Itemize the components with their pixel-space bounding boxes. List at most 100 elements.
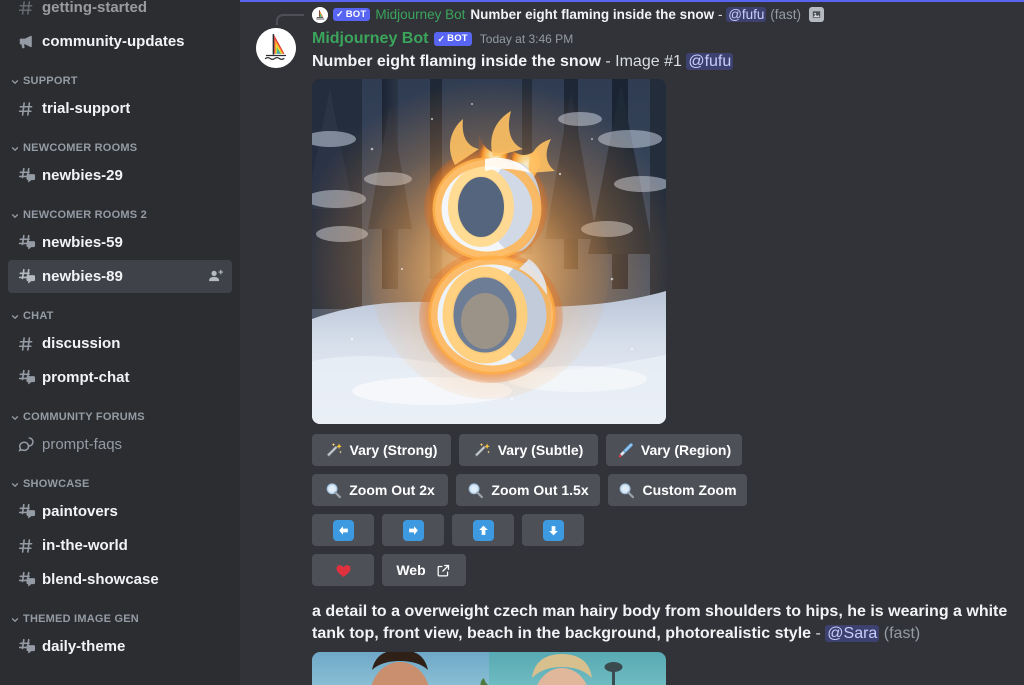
- verified-check-icon: ✓: [437, 33, 446, 44]
- message-second: a detail to a overweight czech man hairy…: [240, 594, 1024, 685]
- chevron-down-icon: [10, 77, 20, 87]
- message-mention[interactable]: @fufu: [686, 53, 734, 70]
- button-label: Zoom Out 2x: [349, 482, 435, 498]
- message-text: Number eight flaming inside the snow - I…: [312, 51, 1008, 73]
- message-timestamp: Today at 3:46 PM: [479, 32, 574, 46]
- verified-check-icon: ✓: [336, 9, 344, 19]
- hash-thread-icon: [16, 637, 36, 657]
- reply-mention[interactable]: @fufu: [726, 7, 767, 22]
- hash-thread-icon: [16, 267, 36, 287]
- category-label: THEMED IMAGE GEN: [23, 613, 139, 625]
- message-image-label: Image #1: [615, 53, 682, 70]
- category-newcomer-rooms[interactable]: NEWCOMER ROOMS: [0, 126, 240, 158]
- web-button[interactable]: Web: [382, 554, 466, 586]
- magnifier-icon: [467, 482, 484, 499]
- generated-image[interactable]: [312, 79, 666, 424]
- reply-author[interactable]: Midjourney Bot: [375, 7, 465, 22]
- chevron-down-icon: [10, 312, 20, 322]
- sidebar-channel-trial-support[interactable]: trial-support: [8, 92, 232, 125]
- message-separator: -: [605, 53, 611, 70]
- category-label: SHOWCASE: [23, 478, 90, 490]
- chevron-down-icon: [10, 413, 20, 423]
- sidebar-channel-community-updates[interactable]: community-updates: [8, 25, 232, 58]
- add-member-icon[interactable]: [206, 268, 224, 286]
- category-community-forums[interactable]: COMMUNITY FORUMS: [0, 395, 240, 427]
- button-label: Vary (Subtle): [497, 442, 584, 458]
- pan-down-button[interactable]: [522, 514, 584, 546]
- message-prompt: Number eight flaming inside the snow: [312, 53, 601, 70]
- channel-name: getting-started: [42, 0, 147, 16]
- favorite-button[interactable]: [312, 554, 374, 586]
- button-label: Web: [396, 562, 426, 578]
- magic-wand-icon: [474, 442, 491, 459]
- chevron-down-icon: [10, 615, 20, 625]
- reply-context[interactable]: ✓ BOT Midjourney Bot Number eight flaming…: [240, 0, 1024, 26]
- message2-mention[interactable]: @Sara: [825, 625, 880, 643]
- sidebar-channel-blend-showcase[interactable]: blend-showcase: [8, 563, 232, 596]
- channel-name: newbies-89: [42, 268, 123, 285]
- sidebar-channel-newbies-59[interactable]: newbies-59: [8, 226, 232, 259]
- arrow-right-icon: [402, 519, 424, 541]
- pan-left-button[interactable]: [312, 514, 374, 546]
- button-row-vary: Vary (Strong) Vary (Subtle) Vary (Region…: [312, 434, 1008, 466]
- discord-window: getting-started community-updates SUPPOR…: [0, 0, 1024, 685]
- message-area[interactable]: ✓ BOT Midjourney Bot Number eight flaming…: [240, 0, 1024, 685]
- generated-image-second[interactable]: [312, 652, 666, 685]
- reply-text: Number eight flaming inside the snow - @…: [470, 7, 801, 22]
- sidebar-channel-getting-started[interactable]: getting-started: [8, 0, 232, 24]
- message-midjourney: Midjourney Bot ✓ BOT Today at 3:46 PM Num…: [240, 26, 1024, 586]
- midjourney-button-panel[interactable]: Vary (Strong) Vary (Subtle) Vary (Region…: [312, 434, 1008, 586]
- hash-icon: [16, 99, 36, 119]
- category-support[interactable]: SUPPORT: [0, 59, 240, 91]
- sidebar-channel-paintovers[interactable]: paintovers: [8, 495, 232, 528]
- button-row-pan: [312, 514, 1008, 546]
- sidebar-channel-newbies-89[interactable]: newbies-89: [8, 260, 232, 293]
- vary-subtle-button[interactable]: Vary (Subtle): [459, 434, 598, 466]
- message2-separator: -: [815, 625, 821, 643]
- hash-thread-icon: [16, 233, 36, 253]
- sidebar-channel-daily-theme[interactable]: daily-theme: [8, 630, 232, 663]
- category-label: NEWCOMER ROOMS 2: [23, 209, 147, 221]
- arrow-down-icon: [542, 519, 564, 541]
- button-label: Vary (Region): [640, 442, 732, 458]
- avatar[interactable]: [256, 28, 296, 68]
- hash-icon: [16, 536, 36, 556]
- vary-region-button[interactable]: Vary (Region): [606, 434, 742, 466]
- channel-sidebar[interactable]: getting-started community-updates SUPPOR…: [0, 0, 240, 685]
- zoom-out-2x-button[interactable]: Zoom Out 2x: [312, 474, 448, 506]
- message-author[interactable]: Midjourney Bot: [312, 30, 428, 48]
- top-accent-rule: [240, 0, 1024, 2]
- chevron-down-icon: [10, 480, 20, 490]
- reply-speed: (fast): [770, 7, 801, 22]
- sidebar-channel-newbies-29[interactable]: newbies-29: [8, 159, 232, 192]
- heart-icon: [335, 562, 352, 579]
- pan-up-button[interactable]: [452, 514, 514, 546]
- category-themed-image-gen[interactable]: THEMED IMAGE GEN: [0, 597, 240, 629]
- category-label: COMMUNITY FORUMS: [23, 411, 145, 423]
- category-chat[interactable]: CHAT: [0, 294, 240, 326]
- sidebar-channel-prompt-faqs[interactable]: prompt-faqs: [8, 428, 232, 461]
- button-label: Zoom Out 1.5x: [491, 482, 589, 498]
- sidebar-channel-in-the-world[interactable]: in-the-world: [8, 529, 232, 562]
- sidebar-channel-prompt-chat[interactable]: prompt-chat: [8, 361, 232, 394]
- channel-name: community-updates: [42, 33, 185, 50]
- bot-badge: ✓ BOT: [434, 32, 472, 46]
- channel-name: blend-showcase: [42, 571, 159, 588]
- magnifier-icon: [618, 482, 635, 499]
- bot-badge: ✓ BOT: [333, 7, 371, 22]
- channel-name: trial-support: [42, 100, 131, 117]
- vary-strong-button[interactable]: Vary (Strong): [312, 434, 451, 466]
- button-label: Vary (Strong): [349, 442, 438, 458]
- category-newcomer-rooms-2[interactable]: NEWCOMER ROOMS 2: [0, 193, 240, 225]
- category-showcase[interactable]: SHOWCASE: [0, 462, 240, 494]
- custom-zoom-button[interactable]: Custom Zoom: [608, 474, 747, 506]
- bot-badge-label: BOT: [447, 33, 468, 45]
- sidebar-channel-discussion[interactable]: discussion: [8, 327, 232, 360]
- image-attachment-icon: [808, 7, 824, 22]
- pan-right-button[interactable]: [382, 514, 444, 546]
- channel-name: prompt-chat: [42, 369, 130, 386]
- channel-name: prompt-faqs: [42, 436, 123, 453]
- channel-name: discussion: [42, 335, 121, 352]
- channel-name: newbies-29: [42, 167, 123, 184]
- zoom-out-1-5x-button[interactable]: Zoom Out 1.5x: [456, 474, 600, 506]
